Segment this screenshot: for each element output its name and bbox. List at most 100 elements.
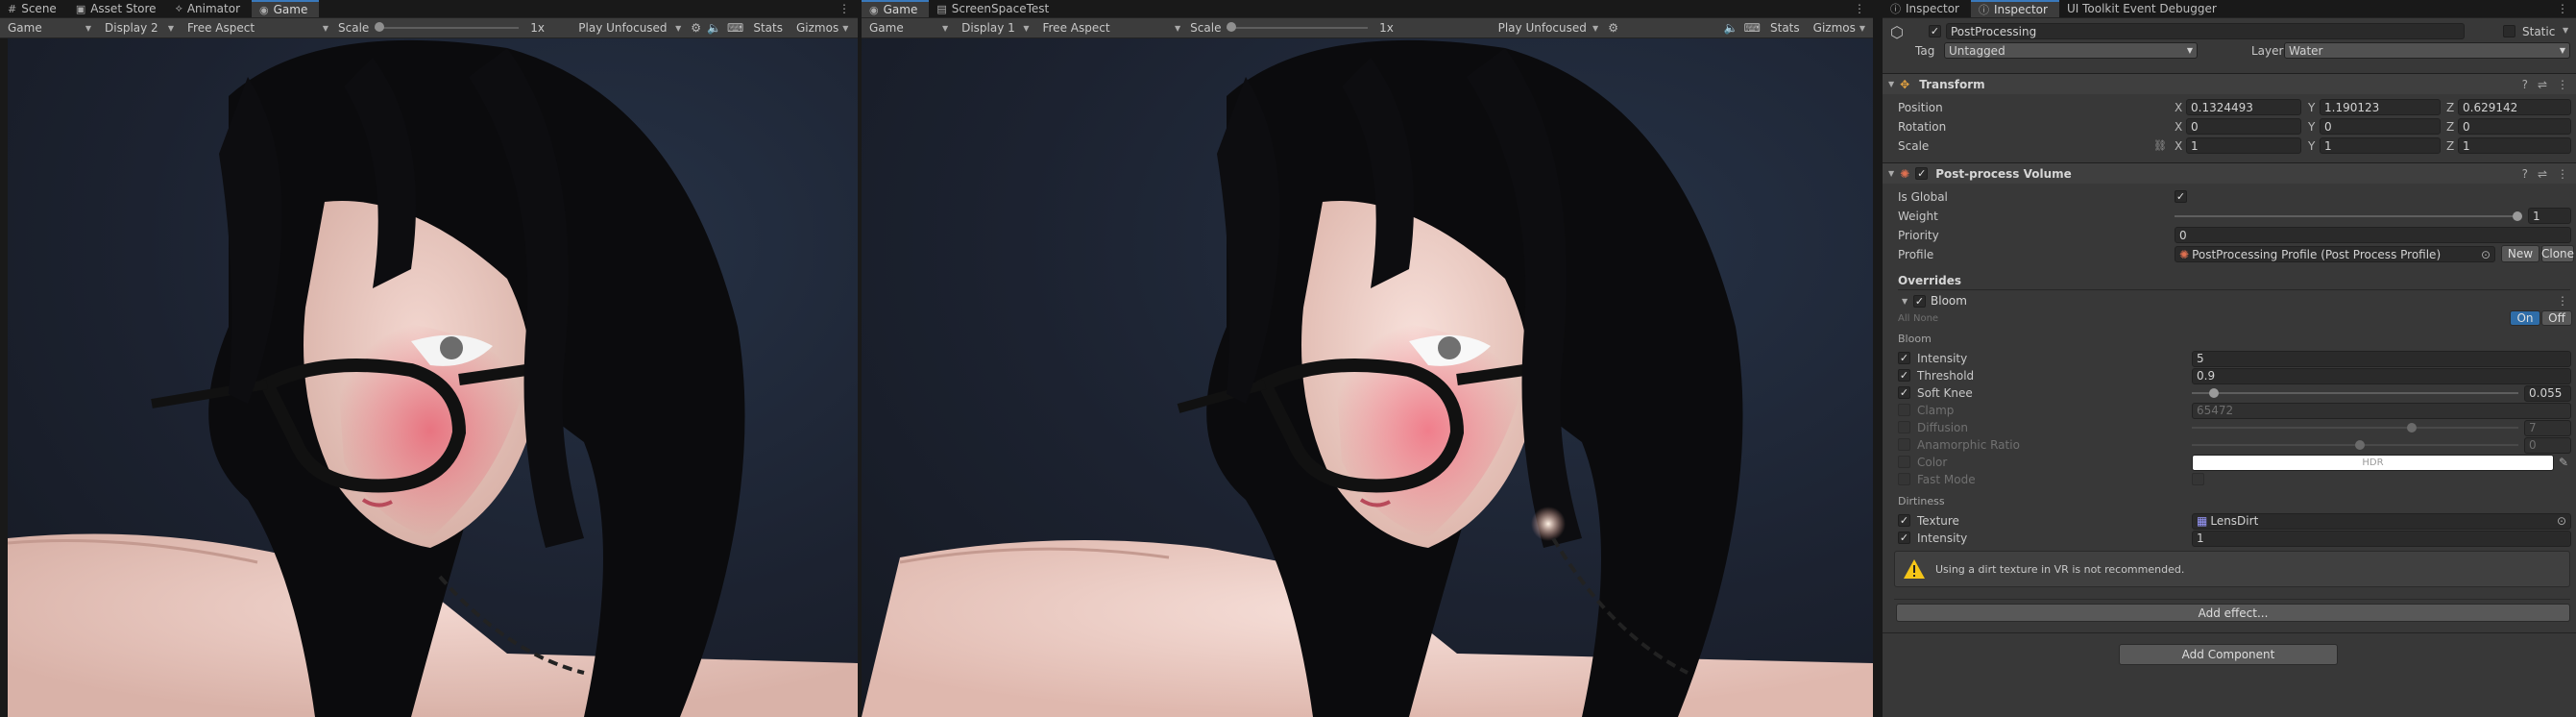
- tab-inspector[interactable]: ⓘ Inspector: [1883, 0, 1971, 17]
- stats-button[interactable]: Stats: [1766, 21, 1804, 35]
- help-icon[interactable]: ?: [2522, 78, 2528, 91]
- chevron-down-icon[interactable]: ▼: [2563, 26, 2568, 35]
- keyboard-icon[interactable]: ⌨: [727, 21, 743, 35]
- soft-knee-field[interactable]: 0.055: [2524, 384, 2571, 402]
- volume-enabled-checkbox[interactable]: ✓: [1915, 167, 1929, 180]
- game-view-2[interactable]: [862, 38, 1873, 717]
- panel-divider[interactable]: [1873, 0, 1883, 717]
- threshold-field[interactable]: 0.9: [2192, 367, 2571, 384]
- dirt-intensity-override-checkbox[interactable]: ✓: [1898, 532, 1910, 544]
- add-effect-button[interactable]: Add effect...: [1896, 604, 2570, 622]
- tab-game[interactable]: ◉ Game: [252, 0, 320, 17]
- slider-knob[interactable]: [375, 22, 385, 32]
- display-dropdown[interactable]: Display 1 ▼: [958, 20, 1033, 37]
- intensity-field[interactable]: 5: [2192, 350, 2571, 367]
- gizmos-dropdown[interactable]: Gizmos ▼: [792, 20, 852, 37]
- anamorphic-override-checkbox[interactable]: [1898, 438, 1910, 451]
- color-swatch[interactable]: HDR: [2192, 454, 2554, 471]
- tab-ui-toolkit-debugger[interactable]: UI Toolkit Event Debugger: [2059, 0, 2228, 17]
- clone-profile-button[interactable]: Clone: [2541, 245, 2574, 262]
- bloom-header[interactable]: ▼ ✓ Bloom ⋮: [1883, 292, 2576, 309]
- static-checkbox[interactable]: [2503, 25, 2515, 37]
- rotation-y-field[interactable]: 0: [2320, 118, 2441, 135]
- aspect-dropdown[interactable]: Free Aspect ▼: [1038, 20, 1184, 37]
- position-y-field[interactable]: 1.190123: [2320, 99, 2441, 115]
- tab-animator[interactable]: ⟡ Animator: [168, 0, 252, 17]
- mute-icon[interactable]: 🔈: [1724, 21, 1738, 35]
- color-override-checkbox[interactable]: [1898, 456, 1910, 468]
- preset-icon[interactable]: ⇌: [2538, 78, 2547, 91]
- more-options-icon[interactable]: ⋮: [2557, 78, 2568, 91]
- foldout-arrow-icon[interactable]: ▼: [1888, 169, 1894, 178]
- all-toggle[interactable]: All: [1898, 313, 1909, 324]
- weight-slider[interactable]: [2175, 211, 2522, 221]
- preset-icon[interactable]: ⇌: [2538, 167, 2547, 181]
- more-options-icon[interactable]: ⋮: [831, 0, 858, 17]
- layer-dropdown[interactable]: Water ▼: [2284, 42, 2570, 59]
- more-options-icon[interactable]: ⋮: [2549, 0, 2576, 17]
- anamorphic-slider[interactable]: [2192, 440, 2518, 450]
- soft-knee-override-checkbox[interactable]: ✓: [1898, 386, 1910, 399]
- clamp-override-checkbox[interactable]: [1898, 404, 1910, 416]
- more-options-icon[interactable]: ⋮: [2557, 167, 2568, 181]
- tab-scene[interactable]: # Scene: [0, 0, 68, 17]
- slider-knob[interactable]: [2355, 440, 2365, 450]
- slider-knob[interactable]: [1227, 22, 1237, 32]
- object-picker-icon[interactable]: ⊙: [2481, 248, 2491, 261]
- settings-icon[interactable]: ⚙: [691, 21, 701, 35]
- foldout-arrow-icon[interactable]: ▼: [1902, 297, 1908, 306]
- slider-knob[interactable]: [2407, 423, 2417, 433]
- play-mode-dropdown[interactable]: Play Unfocused ▼: [1495, 20, 1603, 37]
- more-options-icon[interactable]: ⋮: [2557, 294, 2568, 308]
- off-button[interactable]: Off: [2541, 310, 2572, 326]
- transform-header[interactable]: ▼ ✥ Transform ? ⇌ ⋮: [1883, 73, 2576, 94]
- scale-z-field[interactable]: 1: [2458, 137, 2571, 154]
- stats-button[interactable]: Stats: [749, 21, 787, 35]
- tab-inspector-active[interactable]: ⓘ Inspector: [1970, 0, 2059, 17]
- scale-x-field[interactable]: 1: [2186, 137, 2301, 154]
- soft-knee-slider[interactable]: [2192, 388, 2518, 398]
- play-mode-dropdown[interactable]: Play Unfocused ▼: [574, 20, 685, 37]
- game-view-1[interactable]: [8, 38, 858, 717]
- clamp-field[interactable]: 65472: [2192, 402, 2571, 419]
- new-profile-button[interactable]: New: [2501, 245, 2540, 262]
- active-checkbox[interactable]: ✓: [1929, 25, 1941, 37]
- post-process-volume-header[interactable]: ▼ ✺ ✓ Post-process Volume ? ⇌ ⋮: [1883, 162, 2576, 184]
- threshold-override-checkbox[interactable]: ✓: [1898, 369, 1910, 382]
- tab-screen-space-test[interactable]: ▤ ScreenSpaceTest: [929, 0, 1060, 17]
- more-options-icon[interactable]: ⋮: [1846, 0, 1873, 17]
- weight-field[interactable]: 1: [2528, 208, 2571, 224]
- dirt-intensity-field[interactable]: 1: [2192, 530, 2571, 547]
- game-mode-dropdown[interactable]: Game ▼: [4, 20, 95, 37]
- display-dropdown[interactable]: Display 2 ▼: [101, 20, 178, 37]
- profile-object-field[interactable]: ✺ PostProcessing Profile (Post Process P…: [2175, 246, 2495, 262]
- game-mode-dropdown[interactable]: Game ▼: [865, 20, 952, 37]
- tab-game-2[interactable]: ◉ Game: [862, 0, 930, 17]
- is-global-checkbox[interactable]: ✓: [2175, 190, 2187, 203]
- diffusion-override-checkbox[interactable]: [1898, 421, 1910, 433]
- diffusion-field[interactable]: 7: [2524, 419, 2571, 436]
- rotation-z-field[interactable]: 0: [2458, 118, 2571, 135]
- foldout-arrow-icon[interactable]: ▼: [1888, 80, 1894, 88]
- rotation-x-field[interactable]: 0: [2186, 118, 2301, 135]
- add-component-button[interactable]: Add Component: [2119, 644, 2338, 665]
- link-icon[interactable]: ⛓: [2153, 139, 2167, 152]
- tab-asset-store[interactable]: ▣ Asset Store: [68, 0, 168, 17]
- texture-object-field[interactable]: ▦ LensDirt ⊙: [2192, 512, 2571, 530]
- position-x-field[interactable]: 0.1324493: [2186, 99, 2301, 115]
- fast-mode-override-checkbox[interactable]: [1898, 473, 1910, 485]
- settings-icon[interactable]: ⚙: [1608, 21, 1618, 35]
- tag-dropdown[interactable]: Untagged ▼: [1944, 42, 2198, 59]
- bloom-enabled-checkbox[interactable]: ✓: [1913, 295, 1926, 308]
- gizmos-dropdown[interactable]: Gizmos ▼: [1810, 20, 1869, 37]
- fast-mode-checkbox[interactable]: [2192, 473, 2204, 485]
- slider-knob[interactable]: [2209, 388, 2219, 398]
- object-picker-icon[interactable]: ⊙: [2557, 514, 2566, 528]
- panel-divider[interactable]: [858, 0, 862, 717]
- intensity-override-checkbox[interactable]: ✓: [1898, 352, 1910, 364]
- texture-override-checkbox[interactable]: ✓: [1898, 514, 1910, 527]
- scale-slider[interactable]: [375, 22, 520, 32]
- scale-slider[interactable]: [1227, 22, 1369, 32]
- priority-field[interactable]: 0: [2175, 227, 2571, 243]
- scale-y-field[interactable]: 1: [2320, 137, 2441, 154]
